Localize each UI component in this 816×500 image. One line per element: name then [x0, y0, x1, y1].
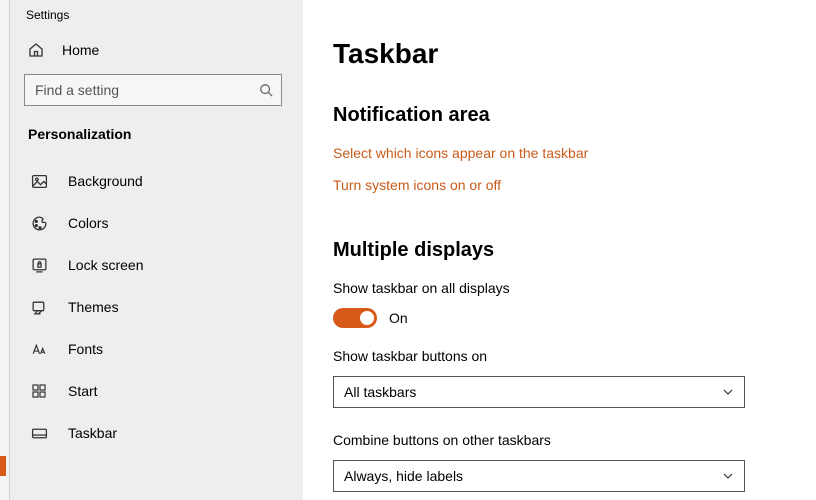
select-value: Always, hide labels: [344, 468, 463, 484]
sidebar-item-label: Start: [68, 383, 98, 399]
sidebar-item-start[interactable]: Start: [10, 370, 303, 412]
nav-home-label: Home: [62, 42, 99, 58]
settings-sidebar: Settings Home Personalization: [10, 0, 303, 500]
start-icon: [30, 382, 48, 400]
sidebar-item-label: Colors: [68, 215, 108, 231]
chevron-down-icon: [722, 386, 734, 398]
sidebar-item-label: Themes: [68, 299, 119, 315]
sidebar-item-themes[interactable]: Themes: [10, 286, 303, 328]
select-combine[interactable]: Always, hide labels: [333, 460, 745, 492]
link-system-icons[interactable]: Turn system icons on or off: [333, 177, 786, 193]
search-container: [10, 68, 303, 120]
select-show-buttons-on[interactable]: All taskbars: [333, 376, 745, 408]
section-header-notification: Notification area: [333, 104, 786, 127]
toggle-knob: [360, 311, 374, 325]
sidebar-item-lock-screen[interactable]: Lock screen: [10, 244, 303, 286]
sidebar-item-taskbar[interactable]: Taskbar: [10, 412, 303, 454]
link-select-icons[interactable]: Select which icons appear on the taskbar: [333, 145, 786, 161]
sidebar-item-fonts[interactable]: Fonts: [10, 328, 303, 370]
sidebar-item-label: Lock screen: [68, 257, 143, 273]
sidebar-item-colors[interactable]: Colors: [10, 202, 303, 244]
toggle-state-text: On: [389, 310, 408, 326]
search-box[interactable]: [24, 74, 282, 106]
sidebar-nav: Background Colors: [10, 160, 303, 454]
sidebar-section-header: Personalization: [10, 120, 303, 160]
select-value: All taskbars: [344, 384, 416, 400]
palette-icon: [30, 214, 48, 232]
content-pane: Taskbar Notification area Select which i…: [303, 0, 816, 500]
search-input[interactable]: [25, 75, 281, 105]
fonts-icon: [30, 340, 48, 358]
setting-label-show-buttons-on: Show taskbar buttons on: [333, 348, 786, 364]
setting-label-combine: Combine buttons on other taskbars: [333, 432, 786, 448]
background-window-sliver: [0, 0, 10, 500]
sliver-accent: [0, 456, 6, 476]
chevron-down-icon: [722, 470, 734, 482]
app-title: Settings: [10, 6, 303, 32]
toggle-show-on-all[interactable]: [333, 308, 377, 328]
sidebar-item-background[interactable]: Background: [10, 160, 303, 202]
toggle-row-show-on-all: On: [333, 308, 786, 328]
sidebar-item-label: Background: [68, 173, 143, 189]
search-icon: [259, 83, 273, 97]
image-icon: [30, 172, 48, 190]
nav-home[interactable]: Home: [10, 32, 303, 68]
section-header-multiple-displays: Multiple displays: [333, 239, 786, 262]
lock-screen-icon: [30, 256, 48, 274]
setting-label-show-on-all: Show taskbar on all displays: [333, 280, 786, 296]
sidebar-item-label: Taskbar: [68, 425, 117, 441]
sidebar-item-label: Fonts: [68, 341, 103, 357]
taskbar-icon: [30, 424, 48, 442]
themes-icon: [30, 298, 48, 316]
home-icon: [28, 42, 44, 58]
page-title: Taskbar: [333, 38, 786, 70]
